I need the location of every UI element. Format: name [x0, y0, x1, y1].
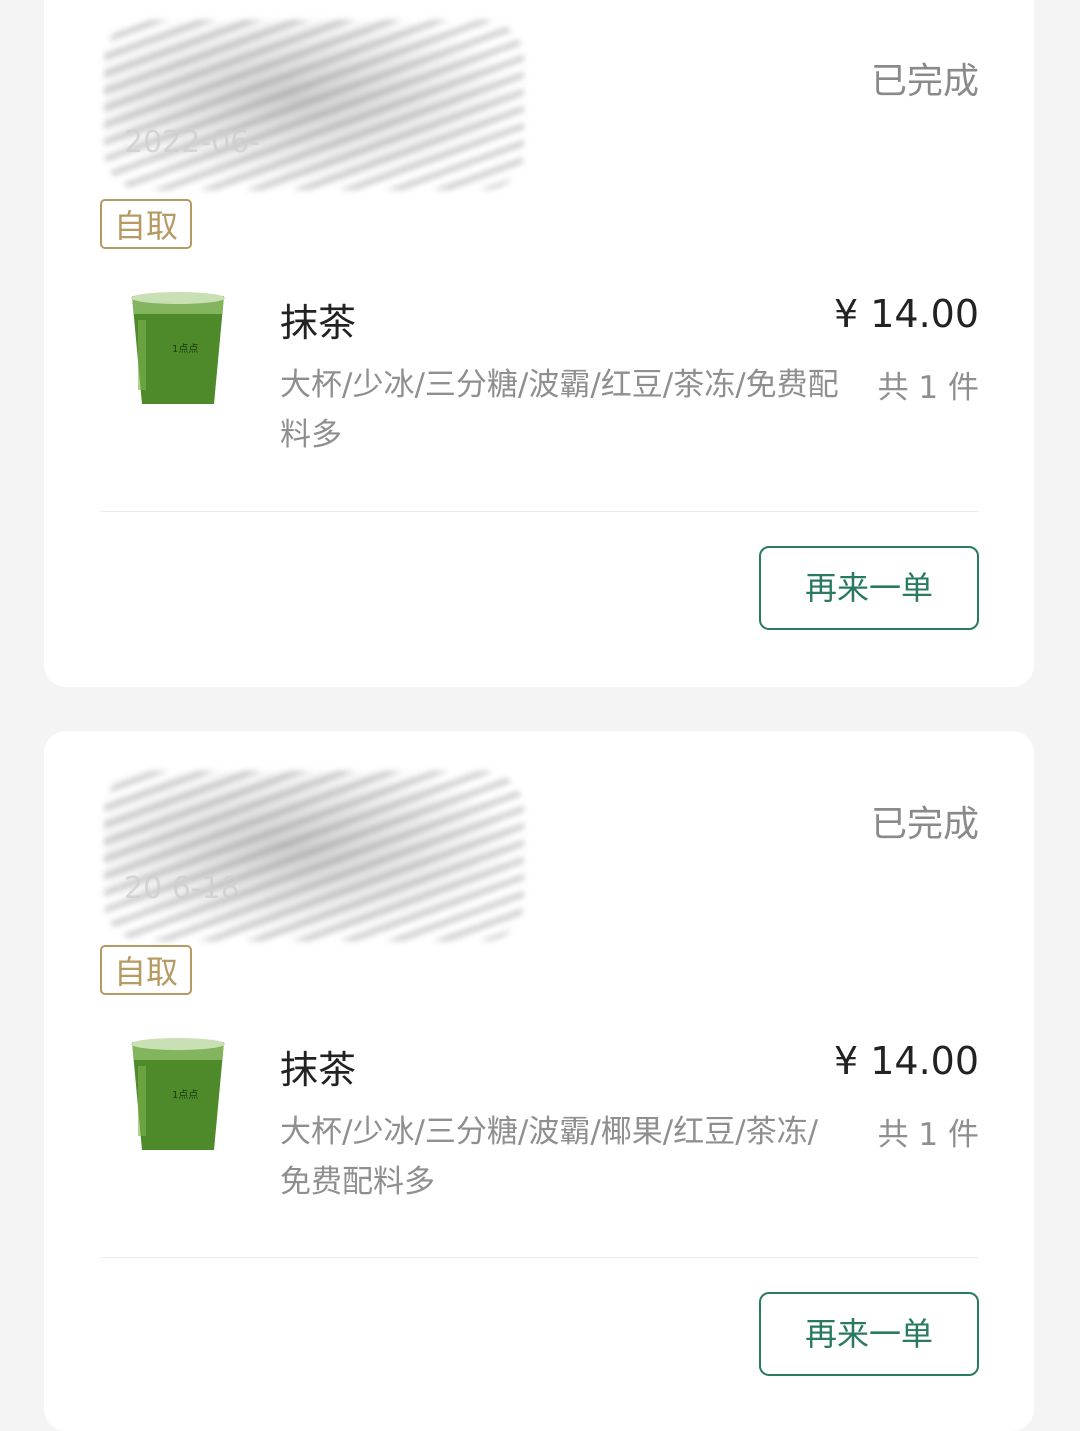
- order-status: 已完成: [870, 804, 979, 845]
- order-date: 20 6-18: [124, 871, 240, 906]
- order-status: 已完成: [870, 61, 979, 102]
- product-options: 大杯/少冰/三分糖/波霸/红豆/茶冻/免费配料多: [280, 367, 839, 453]
- pickup-badge: 自取: [100, 199, 192, 249]
- matcha-cup-icon: 1点点: [131, 292, 225, 404]
- order-card[interactable]: 2022-06- 已完成 自取 1点点 抹茶 ¥ 14.00 大杯/少冰/三分糖…: [44, 0, 1034, 687]
- order-date: 2022-06-: [124, 125, 261, 160]
- reorder-button[interactable]: 再来一单: [759, 546, 979, 630]
- item-quantity: 共 1 件: [877, 1117, 979, 1153]
- divider: [100, 511, 979, 512]
- item-quantity: 共 1 件: [877, 370, 979, 406]
- redacted-store-info: [104, 20, 524, 190]
- pickup-badge: 自取: [100, 945, 192, 995]
- product-name: 抹茶: [280, 301, 357, 345]
- product-price: ¥ 14.00: [833, 1039, 979, 1083]
- matcha-cup-icon: 1点点: [131, 1038, 225, 1150]
- reorder-button[interactable]: 再来一单: [759, 1292, 979, 1376]
- order-card[interactable]: 20 6-18 已完成 自取 1点点 抹茶 ¥ 14.00 大杯/少冰/三分糖/…: [44, 731, 1034, 1431]
- product-options: 大杯/少冰/三分糖/波霸/椰果/红豆/茶冻/免费配料多: [280, 1114, 819, 1200]
- redacted-store-info: [104, 771, 524, 941]
- product-name: 抹茶: [280, 1048, 357, 1092]
- svg-text:1点点: 1点点: [172, 343, 198, 355]
- svg-text:1点点: 1点点: [172, 1089, 198, 1101]
- divider: [100, 1257, 979, 1258]
- product-price: ¥ 14.00: [833, 292, 979, 336]
